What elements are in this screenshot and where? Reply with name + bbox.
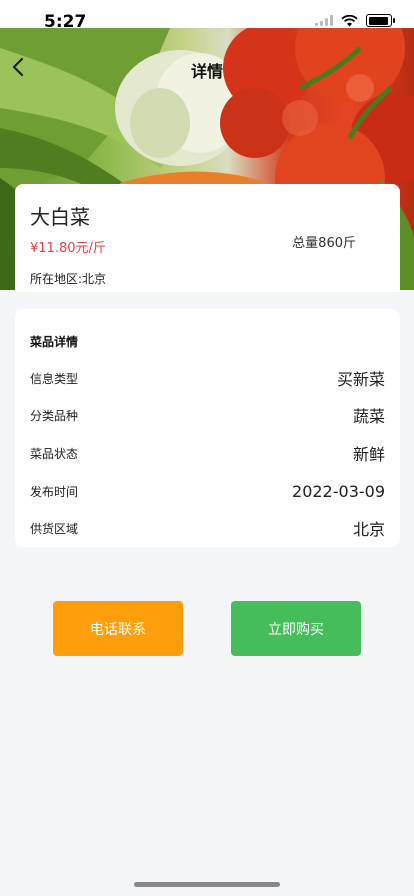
buy-now-button[interactable]: 立即购买 (231, 601, 361, 656)
product-name: 大白菜 (30, 205, 90, 229)
detail-value: 新鲜 (352, 445, 385, 464)
detail-label: 信息类型 (30, 371, 79, 386)
product-card: 大白菜 ¥11.80元/斤 总量860斤 所在地区:北京 (15, 184, 400, 292)
detail-row-supply-region: 供货区域 北京 (30, 516, 385, 540)
call-button[interactable]: 电话联系 (53, 601, 183, 656)
detail-value: 2022-03-09 (292, 481, 385, 501)
detail-row-category: 分类品种 蔬菜 (30, 403, 385, 427)
detail-label: 菜品状态 (30, 446, 79, 461)
detail-row-status: 菜品状态 新鲜 (30, 441, 385, 465)
detail-label: 分类品种 (30, 408, 79, 423)
home-indicator[interactable] (134, 882, 280, 887)
detail-value: 买新菜 (336, 370, 385, 389)
detail-label: 供货区域 (30, 521, 79, 536)
product-total: 总量860斤 (292, 236, 356, 251)
battery-icon (366, 14, 395, 27)
detail-value: 蔬菜 (352, 407, 385, 426)
wifi-icon (341, 14, 358, 26)
signal-icon (315, 15, 333, 26)
detail-value: 北京 (352, 520, 385, 539)
details-card: 菜品详情 信息类型 买新菜 分类品种 蔬菜 菜品状态 新鲜 发布时间 2022-… (15, 309, 400, 547)
detail-row-info-type: 信息类型 买新菜 (30, 366, 385, 390)
product-price: ¥11.80元/斤 (30, 241, 106, 256)
product-region: 所在地区:北京 (30, 272, 107, 286)
status-bar: 5:27 (0, 0, 414, 32)
detail-row-publish-time: 发布时间 2022-03-09 (30, 479, 385, 503)
detail-label: 发布时间 (30, 484, 79, 499)
page-title: 详情 (190, 62, 223, 81)
status-icons (315, 14, 395, 27)
details-title: 菜品详情 (30, 335, 79, 349)
